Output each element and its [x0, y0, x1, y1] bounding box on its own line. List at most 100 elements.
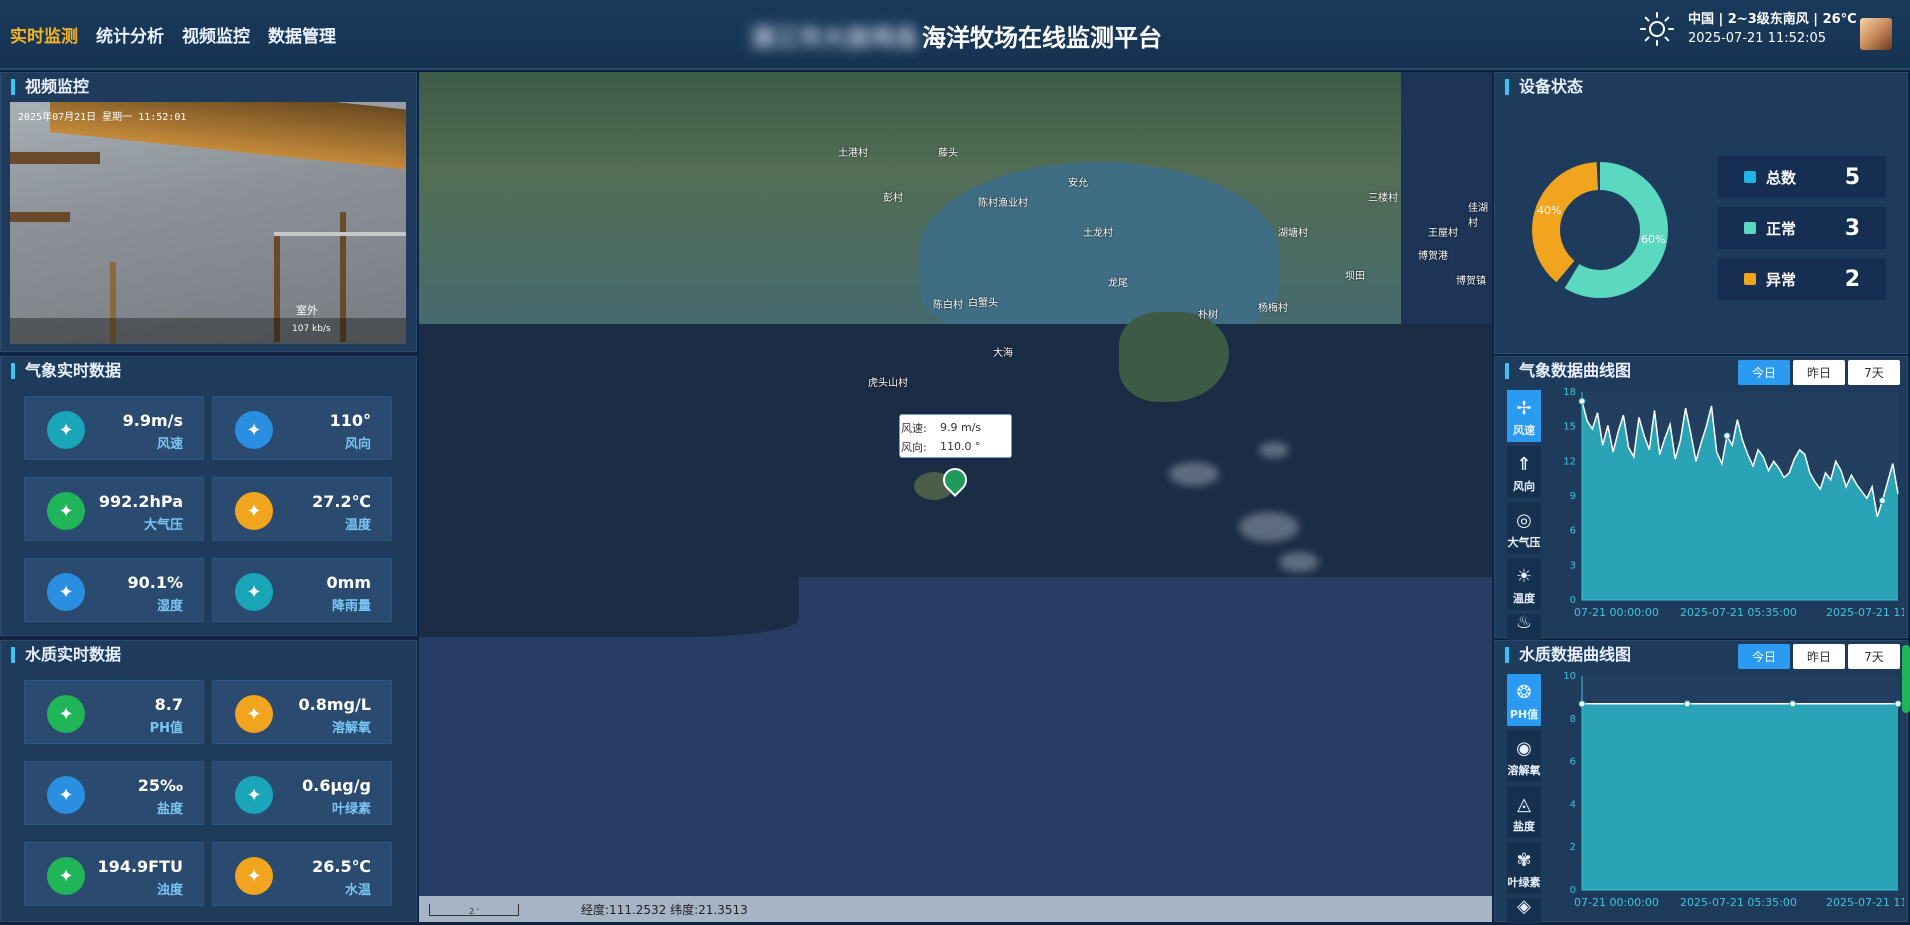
data-point[interactable]	[1789, 700, 1797, 708]
device-abnormal: 异常 2	[1718, 258, 1886, 300]
map-cloud	[1279, 552, 1319, 572]
current-datetime: 2025-07-21 11:52:05	[1688, 31, 1827, 46]
avatar[interactable]	[1860, 18, 1892, 50]
device-normal: 正常 3	[1718, 207, 1886, 249]
stat-label: 温度	[344, 518, 371, 533]
scrollbar-thumb[interactable]	[1902, 645, 1910, 713]
side-wind-speed[interactable]: ✢ 风速	[1507, 390, 1541, 442]
stat-label: 风向	[344, 437, 371, 452]
video-feed[interactable]: 2025年07月21日 星期一 11:52:01 室外 107 kb/s	[10, 102, 406, 344]
stat-value: 25‰	[137, 776, 183, 795]
wind-speed-icon: ✦	[47, 411, 85, 449]
map-cloud	[1239, 512, 1299, 542]
chlorophyll-icon: ✦	[235, 776, 273, 814]
map-bay	[919, 162, 1279, 342]
water-line-chart: 0 2 4 6 8 10 07-21 00:00:00 2025-07-21 05:35:00…	[1563, 672, 1904, 909]
data-point[interactable]	[1578, 700, 1586, 708]
tab-7days[interactable]: 7天	[1848, 360, 1900, 385]
y-tick-label: 6	[1570, 526, 1576, 537]
x-tick-label: 07-21 00:00:00	[1574, 606, 1659, 619]
nav-video[interactable]: 视频监控	[182, 22, 250, 47]
data-point[interactable]	[1578, 397, 1586, 405]
x-tick-label: 2025-07-21 05:35:00	[1680, 606, 1797, 619]
side-pressure[interactable]: ◎ 大气压	[1507, 502, 1541, 554]
side-salinity[interactable]: ◬ 盐度	[1507, 786, 1541, 838]
nav-statistics[interactable]: 统计分析	[96, 22, 164, 47]
side-chlorophyll[interactable]: ✾ 叶绿素	[1507, 842, 1541, 894]
map-place-label: 土龙村	[1083, 228, 1113, 239]
stat-value: 0mm	[326, 573, 371, 592]
side-wind-direction[interactable]: ⇑ 风向	[1507, 446, 1541, 498]
nav-realtime[interactable]: 实时监测	[10, 22, 78, 47]
donut-normal-label: 60%	[1641, 233, 1665, 246]
tab-yesterday[interactable]: 昨日	[1793, 644, 1845, 669]
tab-yesterday[interactable]: 昨日	[1793, 360, 1845, 385]
salinity-icon: ✦	[47, 776, 85, 814]
y-tick-label: 10	[1563, 672, 1576, 682]
tab-7days[interactable]: 7天	[1848, 644, 1900, 669]
water-card-salinity: ✦ 25‰ 盐度	[24, 761, 204, 825]
nav-data-manage[interactable]: 数据管理	[268, 22, 336, 47]
popup-wind-speed-value: 9.9 m/s	[940, 421, 982, 434]
y-tick-label: 3	[1570, 560, 1576, 571]
data-point[interactable]	[1894, 700, 1902, 708]
map-popup: 风速: 9.9 m/s 风向: 110.0 °	[899, 414, 1012, 458]
data-point[interactable]	[1683, 700, 1691, 708]
map-view[interactable]: 藤头安允彭村陈村渔业村三楼村佳湖村电城镇沙尾村乌坭村王屋村土龙村湖塘村坝田博贺港…	[419, 72, 1492, 922]
ph-icon: ✦	[47, 695, 85, 733]
map-place-label: 朴树	[1198, 310, 1218, 321]
weather-info: 中国 | 2~3级东南风 | 26°C 2025-07-21 11:52:05	[1640, 10, 1857, 48]
chlorophyll-icon: ✾	[1516, 850, 1532, 871]
title-prefix-blurred: 湛江市大放鸡岛	[750, 24, 918, 52]
side-label: PH值	[1509, 708, 1539, 721]
stat-label: 大气压	[143, 518, 183, 533]
video-camera-label: 室外	[296, 304, 318, 317]
map-place-label: 三楼村	[1368, 193, 1398, 204]
stat-value: 8.7	[154, 695, 183, 714]
video-timestamp: 2025年07月21日 星期一 11:52:01	[18, 112, 187, 123]
side-label: 温度	[1513, 592, 1535, 605]
y-tick-label: 0	[1570, 885, 1576, 896]
stat-value: 0.6μg/g	[302, 776, 371, 795]
device-total: 总数 5	[1718, 156, 1886, 198]
data-point[interactable]	[1723, 432, 1731, 440]
popup-wind-dir-value: 110.0 °	[940, 440, 981, 453]
map-place-label: 大海	[993, 348, 1013, 359]
device-panel-title: 设备状态	[1505, 79, 1583, 95]
y-tick-label: 8	[1570, 714, 1576, 725]
y-tick-label: 2	[1570, 842, 1576, 853]
pressure-icon: ◎	[1516, 510, 1532, 531]
side-temperature[interactable]: ☀ 温度	[1507, 558, 1541, 610]
side-humidity[interactable]: ♨	[1507, 614, 1541, 640]
temperature-icon: ✦	[235, 492, 273, 530]
map-coordinates: 经度:111.2532 纬度:21.3513	[581, 903, 748, 917]
popup-wind-dir-key: 风向:	[901, 440, 927, 454]
y-tick-label: 0	[1570, 595, 1576, 606]
weather-panel-title: 气象实时数据	[11, 363, 121, 379]
side-turbidity[interactable]: ◈	[1507, 898, 1541, 924]
stat-label: 风速	[156, 437, 183, 452]
map-cloud	[1259, 442, 1289, 458]
header: 实时监测 统计分析 视频监控 数据管理 湛江市大放鸡岛 海洋牧场在线监测平台 中…	[0, 0, 1910, 70]
tab-today[interactable]: 今日	[1738, 360, 1790, 385]
normal-count: 3	[1844, 215, 1860, 241]
side-oxygen[interactable]: ◉ 溶解氧	[1507, 730, 1541, 782]
side-ph[interactable]: ❂ PH值	[1507, 674, 1541, 726]
normal-label: 正常	[1766, 219, 1797, 238]
water-chart-side: ❂ PH值 ◉ 溶解氧 ◬ 盐度 ✾ 叶绿素 ◈	[1507, 674, 1541, 924]
page-title: 湛江市大放鸡岛 海洋牧场在线监测平台	[750, 18, 1162, 53]
weather-location: 中国 | 2~3级东南风 | 26°C	[1688, 12, 1857, 27]
data-point[interactable]	[1878, 497, 1886, 505]
x-tick-label: 2025-07-21 05:35:00	[1680, 896, 1797, 909]
y-tick-label: 18	[1563, 388, 1576, 398]
water-card-water-temp: ✦ 26.5℃ 水温	[212, 842, 392, 906]
wind-speed-icon: ✢	[1516, 398, 1532, 419]
water-temp-icon: ✦	[235, 857, 273, 895]
map-footer: 2 ' 经度:111.2532 纬度:21.3513	[419, 896, 1492, 922]
tab-today[interactable]: 今日	[1738, 644, 1790, 669]
water-chart-title: 水质数据曲线图	[1505, 647, 1631, 663]
x-tick-label: 2025-07-21 11	[1826, 896, 1904, 909]
stat-value: 194.9FTU	[97, 857, 183, 876]
popup-wind-speed-key: 风速:	[901, 421, 927, 435]
total-label: 总数	[1766, 168, 1797, 187]
